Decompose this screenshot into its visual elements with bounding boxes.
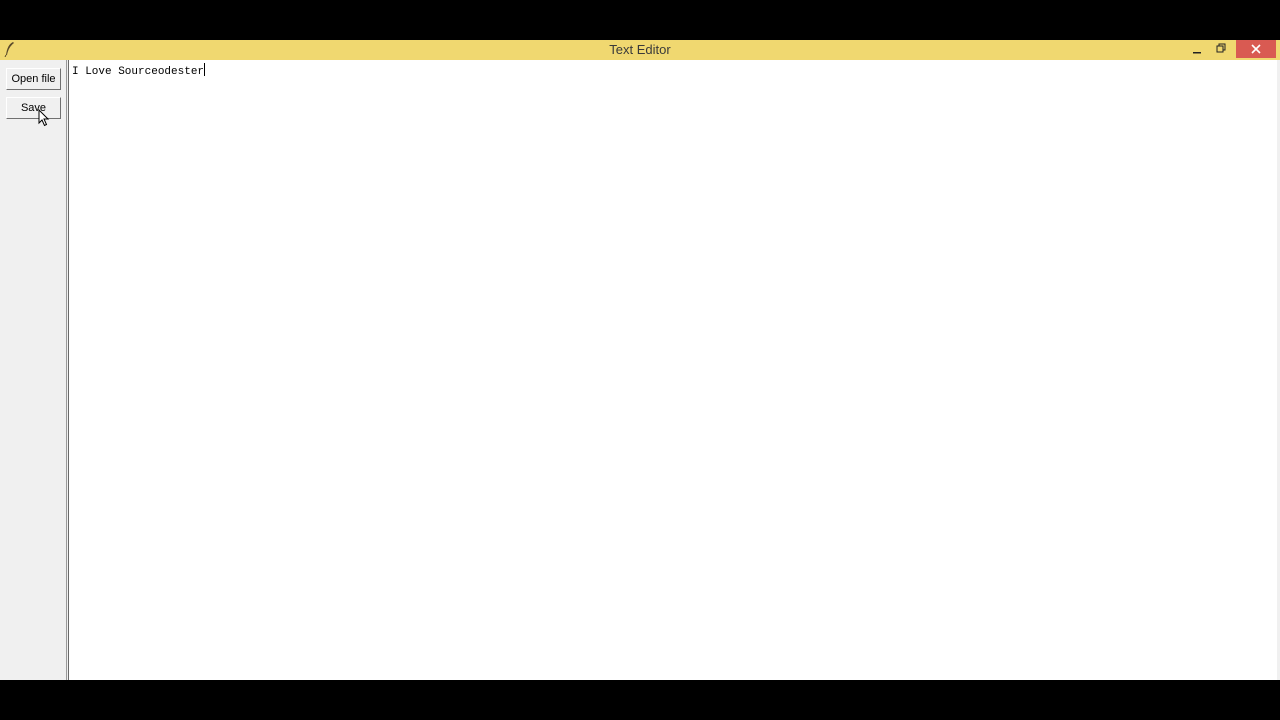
text-caret <box>204 63 206 76</box>
close-icon <box>1251 44 1261 54</box>
text-editor-area[interactable]: I Love Sourceodester <box>68 60 1277 680</box>
close-button[interactable] <box>1236 40 1276 58</box>
title-bar[interactable]: Text Editor <box>0 40 1280 60</box>
minimize-button[interactable] <box>1185 40 1209 58</box>
letterbox-top <box>0 0 1280 40</box>
sidebar: Open file Save <box>0 60 67 680</box>
letterbox-bottom <box>0 680 1280 720</box>
minimize-icon <box>1193 52 1201 54</box>
restore-icon <box>1216 43 1226 53</box>
open-file-button[interactable]: Open file <box>6 68 61 90</box>
mouse-pointer-icon <box>38 109 50 127</box>
maximize-button[interactable] <box>1209 40 1233 58</box>
editor-content[interactable]: I Love Sourceodester <box>72 63 206 78</box>
save-button[interactable]: Save <box>6 97 61 119</box>
app-window: Text Editor Open file Save I Love Source… <box>0 40 1280 680</box>
editor-text: I Love Sourceodester <box>72 66 205 78</box>
window-title: Text Editor <box>609 42 671 57</box>
